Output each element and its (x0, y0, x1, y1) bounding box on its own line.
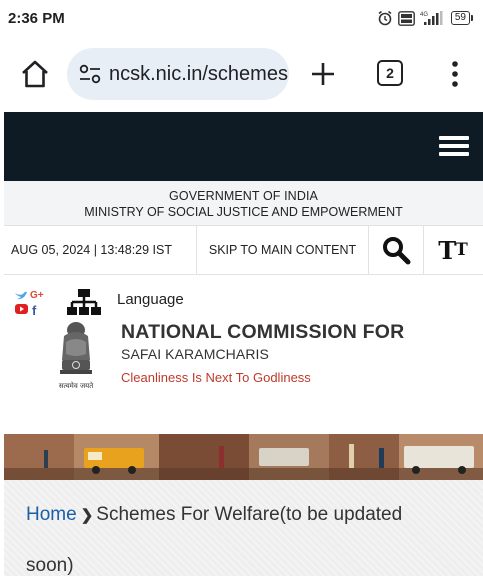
svg-text:G+: G+ (30, 290, 44, 301)
site-header (4, 112, 483, 181)
breadcrumb-separator-icon: ❯ (80, 507, 94, 524)
address-bar[interactable]: ncsk.nic.in/schemes (67, 48, 289, 100)
battery-indicator: 59 (450, 11, 473, 25)
banner-image (4, 434, 483, 480)
utility-bar: AUG 05, 2024 | 13:48:29 IST SKIP TO MAIN… (4, 225, 483, 275)
breadcrumb-line-2: soon) (26, 555, 74, 576)
status-time: 2:36 PM (8, 9, 65, 27)
ministry-title: MINISTRY OF SOCIAL JUSTICE AND EMPOWERME… (84, 205, 403, 219)
brand-area: G+ f सत्यमेव जयते Language NATIONAL COMM… (4, 276, 483, 406)
signal-icon: 4G (420, 10, 446, 26)
status-bar: 2:36 PM 4G 59 (0, 0, 483, 36)
browser-toolbar: ncsk.nic.in/schemes 2 (0, 36, 483, 112)
overflow-menu-button[interactable] (445, 58, 465, 90)
status-icons: 4G 59 (377, 10, 473, 26)
breadcrumb-home-link[interactable]: Home (26, 504, 77, 525)
new-tab-icon (312, 63, 334, 85)
date-time: AUG 05, 2024 | 13:48:29 IST (4, 226, 197, 274)
network-type-label: 4G (420, 12, 428, 18)
text-size-small-label: T (455, 240, 468, 260)
sitemap-icon[interactable] (67, 288, 101, 318)
url-text: ncsk.nic.in/schemes (109, 62, 288, 85)
organization-name: NATIONAL COMMISSION FOR (121, 321, 405, 343)
twitter-icon[interactable] (15, 291, 27, 300)
overflow-menu-icon (452, 61, 458, 87)
tab-count: 2 (386, 65, 394, 81)
alarm-icon (377, 10, 393, 26)
battery-tip (471, 15, 473, 21)
government-title: GOVERNMENT OF INDIA (169, 189, 318, 203)
tabs-button[interactable]: 2 (377, 60, 403, 86)
home-icon (22, 60, 48, 88)
google-plus-icon[interactable]: G+ (30, 290, 44, 301)
search-icon (383, 237, 411, 265)
text-size-button[interactable]: TT (424, 226, 482, 274)
battery-level: 59 (450, 11, 470, 25)
home-button[interactable] (20, 60, 50, 88)
national-emblem-icon: सत्यमेव जयते (54, 320, 98, 394)
site-settings-icon[interactable] (79, 64, 101, 84)
breadcrumb: Home ❯ Schemes For Welfare(to be updated s… (4, 480, 483, 576)
svg-text:f: f (32, 303, 37, 318)
breadcrumb-line-1: Home ❯ Schemes For Welfare(to be updated (26, 490, 483, 541)
hamburger-menu-icon[interactable] (439, 136, 469, 156)
new-tab-button[interactable] (310, 60, 336, 88)
social-links[interactable]: G+ f (13, 288, 49, 318)
organization-tagline: Cleanliness Is Next To Godliness (121, 370, 311, 385)
site-search-button[interactable] (369, 226, 424, 274)
breadcrumb-current: Schemes For Welfare(to be updated (96, 504, 403, 525)
government-banner: GOVERNMENT OF INDIA MINISTRY OF SOCIAL J… (4, 181, 483, 225)
volte-icon (397, 10, 415, 26)
language-selector[interactable]: Language (117, 291, 184, 308)
text-size-large-label: T (438, 235, 457, 265)
youtube-icon[interactable] (15, 304, 28, 314)
skip-to-main-link[interactable]: SKIP TO MAIN CONTENT (197, 226, 369, 274)
facebook-icon[interactable]: f (32, 303, 37, 318)
emblem-motto: सत्यमेव जयते (59, 381, 94, 390)
organization-subtitle: SAFAI KARAMCHARIS (121, 346, 269, 362)
